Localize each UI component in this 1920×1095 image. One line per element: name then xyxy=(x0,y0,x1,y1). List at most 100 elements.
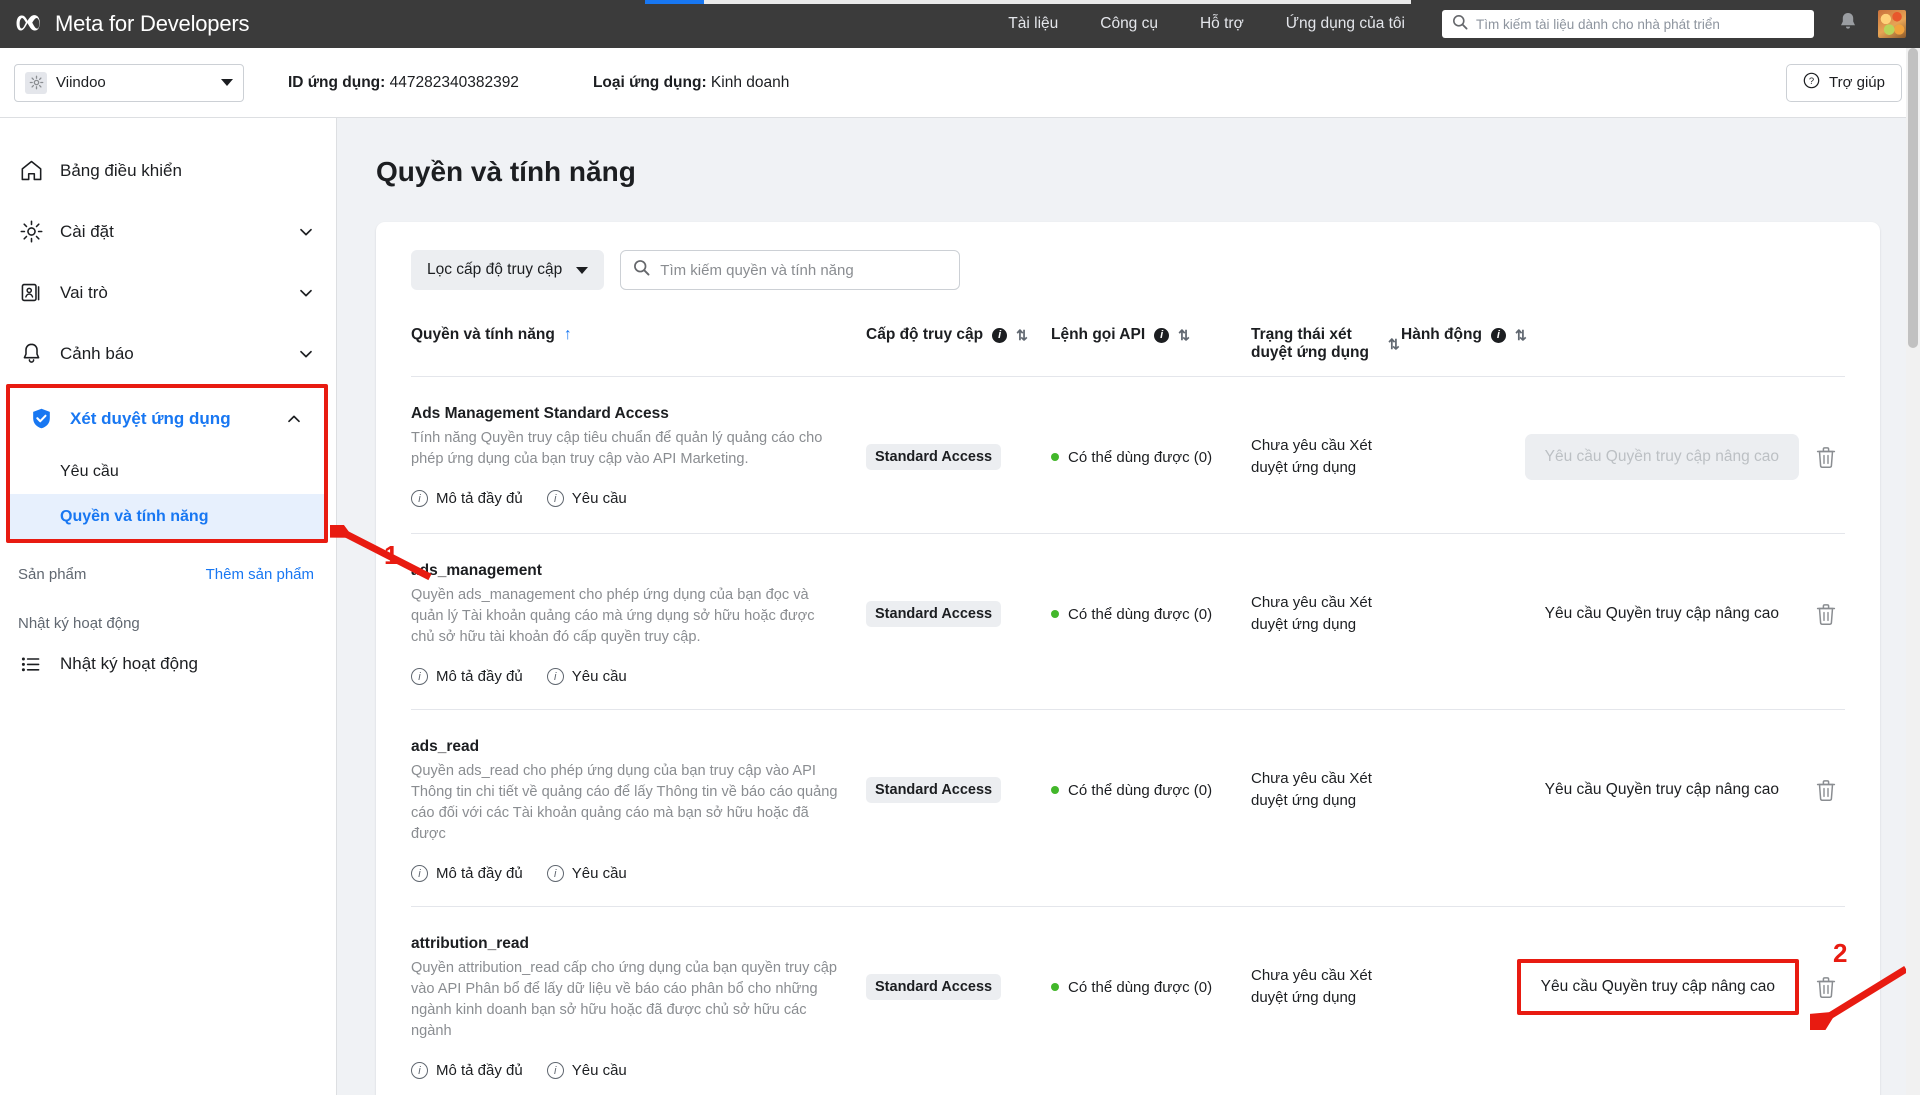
api-calls-cell: Có thể dùng được (0) xyxy=(1051,935,1251,1039)
bell-icon xyxy=(1838,11,1858,37)
column-header-permission[interactable]: Quyền và tính năng ↑ xyxy=(411,326,866,344)
sort-toggle-icon[interactable]: ⇅ xyxy=(1388,336,1400,353)
column-header-action[interactable]: Hành động i ⇅ xyxy=(1401,326,1845,344)
sidebar-item-app-review[interactable]: Xét duyệt ứng dụng xyxy=(10,388,324,449)
access-level-cell: Standard Access xyxy=(866,405,1051,509)
sort-toggle-icon[interactable]: ⇅ xyxy=(1016,327,1028,344)
chevron-down-icon[interactable] xyxy=(298,224,314,240)
api-calls-label: Có thể dùng được (0) xyxy=(1068,448,1213,466)
question-circle-icon: ? xyxy=(1803,72,1820,93)
sidebar-item-activity-log[interactable]: Nhật ký hoạt động xyxy=(0,636,336,692)
app-id-field: ID ứng dụng: 447282340382392 xyxy=(288,74,519,92)
api-calls-cell: Có thể dùng được (0) xyxy=(1051,405,1251,509)
info-icon[interactable]: i xyxy=(1490,327,1506,343)
top-nav-links: Tài liệu Công cụ Hỗ trợ Ứng dụng của tôi xyxy=(987,0,1920,48)
permissions-search-input[interactable] xyxy=(660,261,948,279)
status-dot-icon xyxy=(1051,983,1059,991)
topbar-accent-gray xyxy=(704,0,1411,4)
info-icon[interactable]: i xyxy=(1154,327,1170,343)
sort-toggle-icon[interactable]: ⇅ xyxy=(1515,327,1527,344)
info-icon: i xyxy=(411,490,428,507)
main-content: Quyền và tính năng Lọc cấp độ truy cập Q… xyxy=(337,118,1920,1095)
access-level-filter-label: Lọc cấp độ truy cập xyxy=(427,261,563,278)
sidebar-item-label: Cảnh báo xyxy=(60,343,134,363)
trash-icon[interactable] xyxy=(1815,778,1837,802)
table-row: ads_read Quyền ads_read cho phép ứng dụn… xyxy=(411,710,1845,907)
api-calls-label: Có thể dùng được (0) xyxy=(1068,978,1213,996)
top-nav-support[interactable]: Hỗ trợ xyxy=(1179,0,1265,48)
notifications-button[interactable] xyxy=(1828,0,1868,48)
sidebar-approval-section: Xét duyệt ứng dụng Yêu cầu Quyền và tính… xyxy=(6,384,328,543)
api-calls-status: Có thể dùng được (0) xyxy=(1051,449,1212,466)
api-calls-cell: Có thể dùng được (0) xyxy=(1051,562,1251,666)
column-header-access-level[interactable]: Cấp độ truy cập i ⇅ xyxy=(866,326,1051,344)
permission-cell: Ads Management Standard Access Tính năng… xyxy=(411,405,866,507)
request-link[interactable]: i Yêu cầu xyxy=(546,865,627,882)
top-nav-tools[interactable]: Công cụ xyxy=(1079,0,1179,48)
permission-name: Ads Management Standard Access xyxy=(411,405,669,422)
top-nav-docs[interactable]: Tài liệu xyxy=(987,0,1079,48)
global-search-input[interactable] xyxy=(1476,16,1814,32)
brand-title: Meta for Developers xyxy=(55,11,250,36)
permissions-search[interactable] xyxy=(620,250,961,290)
brand-logo-link[interactable]: Meta for Developers xyxy=(0,11,249,37)
full-description-link[interactable]: i Mô tả đầy đủ xyxy=(411,490,523,507)
trash-icon[interactable] xyxy=(1815,602,1837,626)
chevron-down-icon[interactable] xyxy=(298,346,314,362)
sidebar-subitem-requests[interactable]: Yêu cầu xyxy=(10,449,324,494)
page-scrollbar[interactable] xyxy=(1906,48,1920,1095)
request-label: Yêu cầu xyxy=(571,490,627,507)
search-icon xyxy=(633,259,650,281)
full-description-link[interactable]: i Mô tả đầy đủ xyxy=(411,865,523,882)
scrollbar-thumb[interactable] xyxy=(1908,48,1918,348)
top-navigation-bar: Meta for Developers Tài liệu Công cụ Hỗ … xyxy=(0,0,1920,48)
request-link[interactable]: i Yêu cầu xyxy=(546,668,627,685)
access-level-filter-button[interactable]: Lọc cấp độ truy cập xyxy=(411,250,605,290)
column-header-review-status[interactable]: Trạng thái xét duyệt ứng dụng ⇅ xyxy=(1251,326,1401,362)
home-icon xyxy=(18,158,44,184)
help-button[interactable]: ? Trợ giúp xyxy=(1786,63,1902,102)
chevron-down-icon xyxy=(576,266,589,274)
api-calls-status: Có thể dùng được (0) xyxy=(1051,979,1212,996)
request-advanced-access-button[interactable]: Yêu cầu Quyền truy cập nâng cao xyxy=(1525,591,1799,637)
sidebar-item-dashboard[interactable]: Bảng điều khiển xyxy=(0,140,336,201)
full-description-label: Mô tả đầy đủ xyxy=(436,865,523,882)
request-label: Yêu cầu xyxy=(571,1062,627,1079)
sidebar-item-settings[interactable]: Cài đặt xyxy=(0,201,336,262)
request-advanced-access-button[interactable]: Yêu cầu Quyền truy cập nâng cao xyxy=(1525,767,1799,813)
chevron-up-icon[interactable] xyxy=(286,411,302,427)
info-icon[interactable]: i xyxy=(992,327,1008,343)
app-selector-dropdown[interactable]: Viindoo xyxy=(14,63,244,102)
request-link[interactable]: i Yêu cầu xyxy=(546,490,627,507)
sidebar-item-label: Cài đặt xyxy=(60,221,114,241)
sort-ascending-icon[interactable]: ↑ xyxy=(564,326,572,344)
review-status-cell: Chưa yêu cầu Xét duyệt ứng dụng xyxy=(1251,562,1451,666)
sort-toggle-icon[interactable]: ⇅ xyxy=(1178,327,1190,344)
full-description-link[interactable]: i Mô tả đầy đủ xyxy=(411,668,523,685)
products-label: Sản phẩm xyxy=(18,565,87,583)
status-dot-icon xyxy=(1051,453,1059,461)
avatar[interactable] xyxy=(1878,10,1906,38)
access-level-badge: Standard Access xyxy=(866,601,1002,627)
sidebar-item-alerts[interactable]: Cảnh báo xyxy=(0,323,336,384)
global-search[interactable] xyxy=(1442,10,1814,38)
trash-icon[interactable] xyxy=(1815,975,1837,999)
search-icon xyxy=(1452,14,1468,35)
info-icon: i xyxy=(411,865,428,882)
top-nav-my-apps[interactable]: Ứng dụng của tôi xyxy=(1265,0,1426,48)
trash-icon[interactable] xyxy=(1815,445,1837,469)
sidebar-subitem-permissions-and-features[interactable]: Quyền và tính năng xyxy=(10,494,324,539)
api-calls-cell: Có thể dùng được (0) xyxy=(1051,738,1251,842)
request-link[interactable]: i Yêu cầu xyxy=(546,1062,627,1079)
permission-description: Quyền ads_read cho phép ứng dụng của bạn… xyxy=(411,763,838,842)
permission-description: Quyền ads_management cho phép ứng dụng c… xyxy=(411,587,815,645)
sidebar-item-roles[interactable]: Vai trò xyxy=(0,262,336,323)
column-header-api-calls[interactable]: Lệnh gọi API i ⇅ xyxy=(1051,326,1251,344)
full-description-link[interactable]: i Mô tả đầy đủ xyxy=(411,1062,523,1079)
column-header-label: Quyền và tính năng xyxy=(411,326,555,343)
app-context-bar: Viindoo ID ứng dụng: 447282340382392 Loạ… xyxy=(0,48,1920,118)
chevron-down-icon[interactable] xyxy=(298,285,314,301)
request-advanced-access-button[interactable]: Yêu cầu Quyền truy cập nâng cao xyxy=(1516,959,1799,1015)
review-status-label: Chưa yêu cầu Xét duyệt ứng dụng xyxy=(1251,437,1372,476)
add-product-link[interactable]: Thêm sản phẩm xyxy=(206,566,314,583)
